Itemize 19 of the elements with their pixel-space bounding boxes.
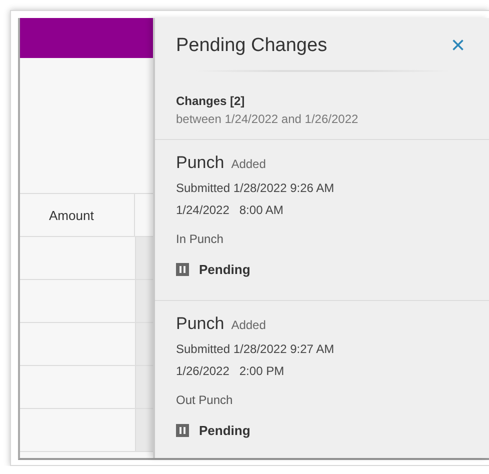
status-label: Pending	[199, 262, 250, 277]
change-type: Punch	[176, 314, 224, 334]
change-action: Added	[231, 318, 266, 332]
change-type: Punch	[176, 153, 224, 173]
punch-datetime: 1/24/2022 8:00 AM	[176, 203, 284, 217]
pause-icon	[176, 424, 189, 437]
panel-title: Pending Changes	[176, 35, 328, 57]
pause-icon	[176, 263, 189, 276]
punch-datetime: 1/26/2022 2:00 PM	[176, 364, 286, 378]
column-header: Amount	[20, 194, 135, 236]
submitted-time: Submitted 1/28/2022 9:27 AM	[176, 342, 336, 356]
close-button[interactable]: ×	[446, 34, 469, 58]
submitted-time: Submitted 1/28/2022 9:26 AM	[176, 181, 336, 195]
change-description: Out Punch	[176, 393, 234, 407]
change-action: Added	[231, 157, 266, 171]
changes-count: Changes [2]	[176, 94, 246, 108]
date-range: between 1/24/2022 and 1/26/2022	[176, 112, 360, 126]
change-description: In Punch	[176, 232, 224, 246]
status-label: Pending	[199, 423, 250, 438]
